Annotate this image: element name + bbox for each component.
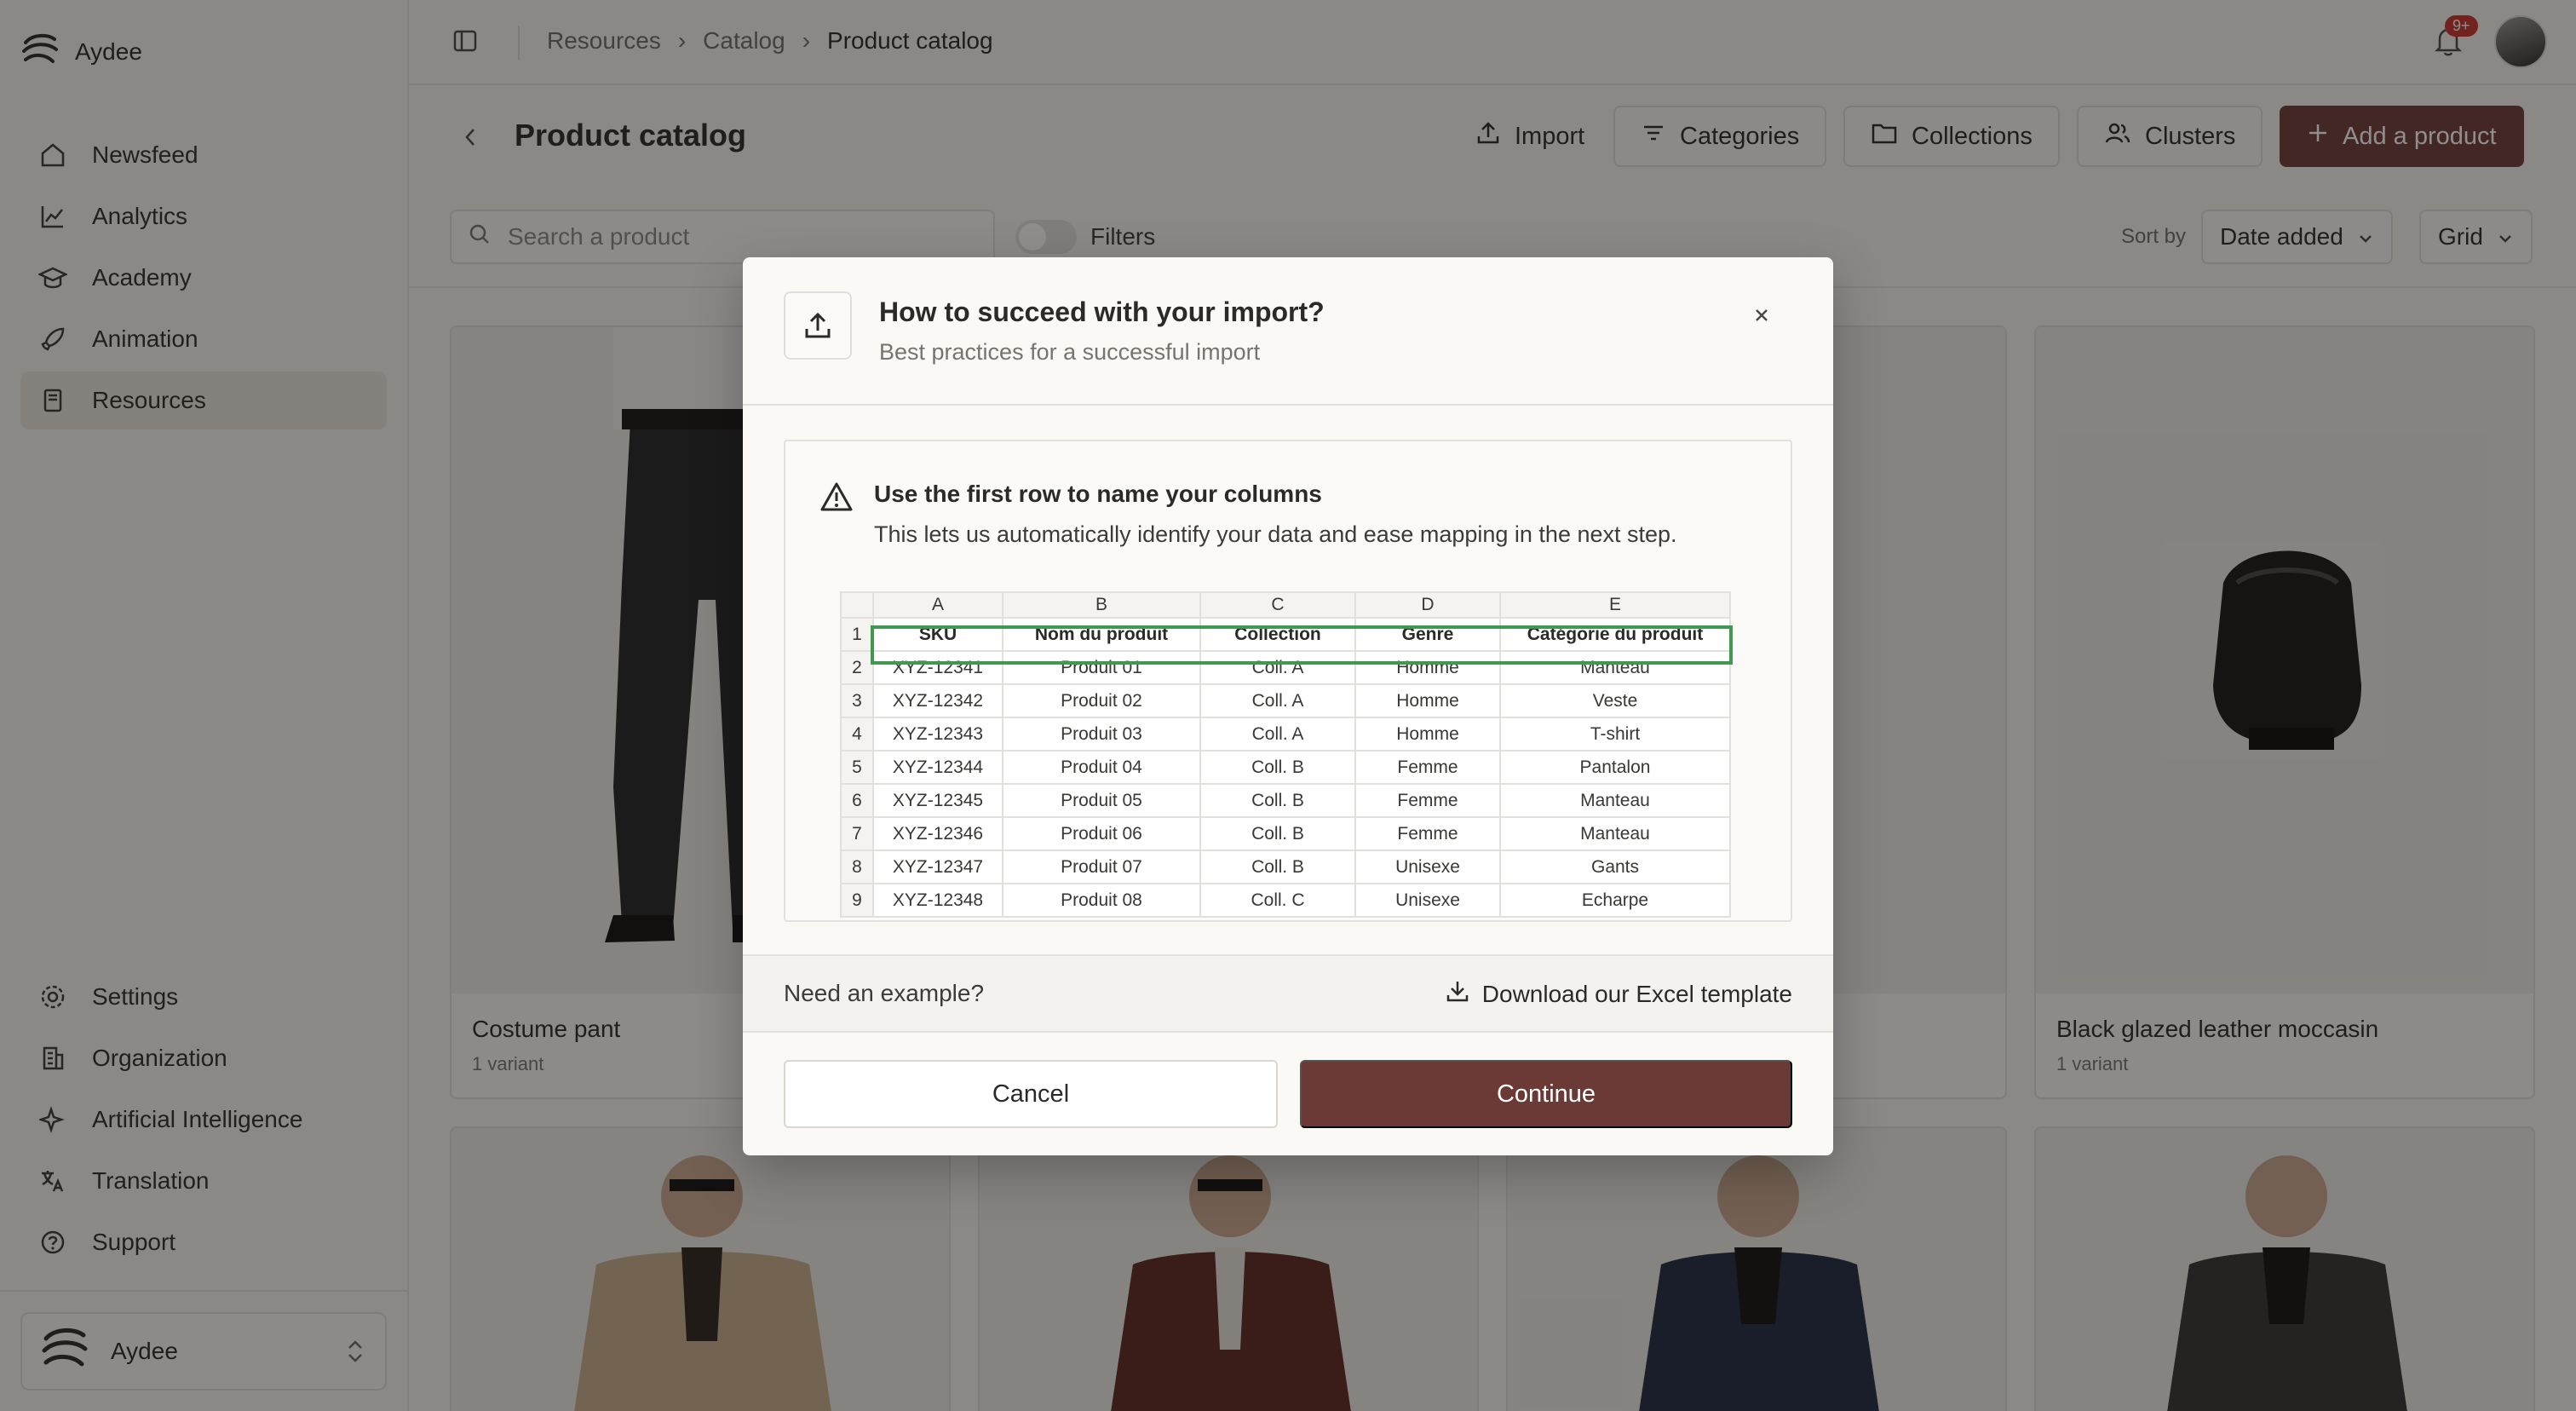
table-row: 2 XYZ-12341 Produit 01 Coll. A Homme Man… (840, 650, 1731, 685)
table-cell: Homme (1354, 650, 1501, 685)
table-cell: Gants (1499, 849, 1731, 884)
table-cell: Pantalon (1499, 750, 1731, 785)
table-cell: Manteau (1499, 816, 1731, 851)
table-cell: Manteau (1499, 650, 1731, 685)
table-cell: Manteau (1499, 783, 1731, 818)
row-number: 2 (840, 650, 874, 685)
row-number: 5 (840, 750, 874, 785)
download-icon (1445, 978, 1470, 1010)
table-cell: XYZ-12347 (872, 849, 1003, 884)
table-cell: Coll. A (1199, 650, 1356, 685)
row-number: 8 (840, 849, 874, 884)
table-cell: XYZ-12348 (872, 883, 1003, 918)
table-cell: Femme (1354, 816, 1501, 851)
header-cell: Catégorie du produit (1499, 617, 1731, 652)
table-cell: XYZ-12344 (872, 750, 1003, 785)
column-letter: C (1199, 591, 1356, 619)
table-row: 3 XYZ-12342 Produit 02 Coll. A Homme Ves… (840, 683, 1731, 718)
table-cell: Produit 07 (1002, 849, 1201, 884)
tip-card: Use the first row to name your columns T… (784, 440, 1792, 922)
tip-text: This lets us automatically identify your… (874, 521, 1677, 547)
table-row: 5 XYZ-12344 Produit 04 Coll. B Femme Pan… (840, 750, 1731, 785)
table-cell: Produit 03 (1002, 717, 1201, 752)
table-cell: T-shirt (1499, 717, 1731, 752)
table-cell: XYZ-12343 (872, 717, 1003, 752)
table-cell: Produit 06 (1002, 816, 1201, 851)
row-number: 4 (840, 717, 874, 752)
row-number: 9 (840, 883, 874, 918)
table-cell: Produit 01 (1002, 650, 1201, 685)
table-cell: Produit 08 (1002, 883, 1201, 918)
column-letter: D (1354, 591, 1501, 619)
header-cell: Nom du produit (1002, 617, 1201, 652)
row-number: 1 (840, 617, 874, 652)
header-cell: SKU (872, 617, 1003, 652)
table-cell: XYZ-12345 (872, 783, 1003, 818)
table-row: 7 XYZ-12346 Produit 06 Coll. B Femme Man… (840, 816, 1731, 851)
column-letter: A (872, 591, 1003, 619)
table-cell: Femme (1354, 750, 1501, 785)
table-row: 4 XYZ-12343 Produit 03 Coll. A Homme T-s… (840, 717, 1731, 752)
table-cell: Homme (1354, 717, 1501, 752)
modal-subtitle: Best practices for a successful import (879, 339, 1261, 365)
table-cell: Veste (1499, 683, 1731, 718)
table-cell: Produit 02 (1002, 683, 1201, 718)
close-icon[interactable] (1753, 307, 1770, 328)
cancel-button[interactable]: Cancel (784, 1060, 1278, 1128)
column-letter: B (1002, 591, 1201, 619)
table-cell: Echarpe (1499, 883, 1731, 918)
row-number: 3 (840, 683, 874, 718)
table-cell: Coll. B (1199, 849, 1356, 884)
continue-button[interactable]: Continue (1300, 1060, 1792, 1128)
table-cell: XYZ-12346 (872, 816, 1003, 851)
header-cell: Collection (1199, 617, 1356, 652)
table-cell: XYZ-12342 (872, 683, 1003, 718)
table-cell: Femme (1354, 783, 1501, 818)
download-template-label: Download our Excel template (1481, 980, 1792, 1007)
table-cell: Coll. A (1199, 717, 1356, 752)
header-cell: Genre (1354, 617, 1501, 652)
corner-cell (840, 591, 874, 619)
tip-title: Use the first row to name your columns (874, 481, 1322, 507)
table-cell: Coll. B (1199, 816, 1356, 851)
table-row: 6 XYZ-12345 Produit 05 Coll. B Femme Man… (840, 783, 1731, 818)
need-example-text: Need an example? (784, 980, 985, 1006)
table-row: 9 XYZ-12348 Produit 08 Coll. C Unisexe E… (840, 883, 1731, 918)
header-row: 1 SKU Nom du produit Collection Genre Ca… (840, 617, 1731, 652)
divider (743, 404, 1833, 406)
row-number: 6 (840, 783, 874, 818)
modal-title: How to succeed with your import? (879, 297, 1325, 327)
warning-icon (819, 481, 854, 517)
column-letters-row: A B C D E (840, 591, 1731, 619)
table-cell: Unisexe (1354, 849, 1501, 884)
column-letter: E (1499, 591, 1731, 619)
table-cell: Coll. C (1199, 883, 1356, 918)
import-tips-modal: How to succeed with your import? Best pr… (743, 257, 1833, 1155)
table-cell: Homme (1354, 683, 1501, 718)
table-cell: Unisexe (1354, 883, 1501, 918)
table-cell: Coll. A (1199, 683, 1356, 718)
upload-icon (784, 291, 852, 360)
table-cell: XYZ-12341 (872, 650, 1003, 685)
table-cell: Coll. B (1199, 750, 1356, 785)
table-cell: Produit 05 (1002, 783, 1201, 818)
download-template-link[interactable]: Download our Excel template (1445, 978, 1792, 1010)
row-number: 7 (840, 816, 874, 851)
divider (743, 1031, 1833, 1033)
spreadsheet-example: A B C D E 1 SKU Nom du produit Collectio… (840, 591, 1731, 918)
table-row: 8 XYZ-12347 Produit 07 Coll. B Unisexe G… (840, 849, 1731, 884)
table-cell: Coll. B (1199, 783, 1356, 818)
table-cell: Produit 04 (1002, 750, 1201, 785)
